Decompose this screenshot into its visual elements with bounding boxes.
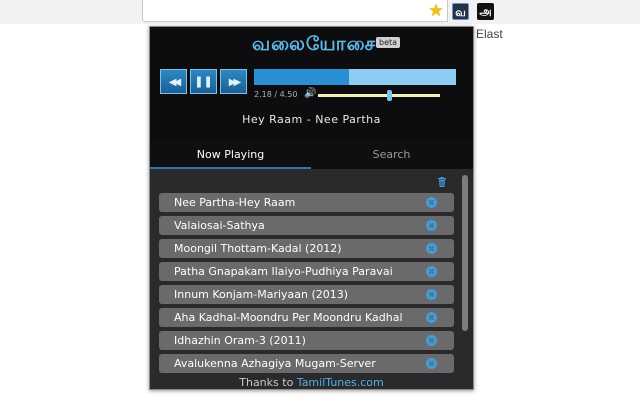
volume-icon: 🔊 [304, 88, 317, 99]
footer-credit: Thanks to TamilTunes.com [150, 376, 473, 389]
browser-toolbar: ★ வ அ [0, 0, 640, 24]
playlist-scrollbar[interactable] [462, 175, 468, 331]
remove-icon[interactable] [426, 289, 437, 300]
remove-icon[interactable] [426, 243, 437, 254]
pause-icon: ❚❚ [194, 75, 213, 88]
playlist-item-label: Idhazhin Oram-3 (2011) [174, 334, 306, 347]
remove-icon[interactable] [426, 197, 437, 208]
playlist-item[interactable]: Valaiosai-Sathya [159, 216, 454, 235]
beta-badge: beta [376, 37, 401, 48]
playlist-item-label: Patha Gnapakam Ilaiyo-Pudhiya Paravai [174, 265, 393, 278]
tamiltunes-link[interactable]: TamilTunes.com [297, 376, 384, 389]
app-logo: வலையோசை [252, 33, 377, 55]
footer-text: Thanks to [239, 376, 297, 389]
playlist-item-label: Nee Partha-Hey Raam [174, 196, 296, 209]
player-panel: வலையோசை beta ◀◀ ❚❚ ▶▶ 2.18 / 4.50 🔊 Hey … [150, 27, 473, 141]
player-popup: வலையோசை beta ◀◀ ❚❚ ▶▶ 2.18 / 4.50 🔊 Hey … [149, 26, 474, 390]
remove-icon[interactable] [426, 358, 437, 369]
rewind-icon: ◀◀ [168, 77, 182, 88]
volume-slider-handle[interactable] [386, 90, 392, 101]
remove-icon[interactable] [426, 335, 437, 346]
tab-search[interactable]: Search [311, 141, 472, 169]
playlist-item[interactable]: Aha Kadhal-Moondru Per Moondru Kadhal [159, 308, 454, 327]
playlist-item[interactable]: Moongil Thottam-Kadal (2012) [159, 239, 454, 258]
background-page-text: Elast [476, 27, 503, 41]
trash-icon[interactable] [437, 177, 447, 187]
valaiosai-extension-icon[interactable]: வ [452, 3, 469, 20]
playlist-item[interactable]: Avalukenna Azhagiya Mugam-Server [159, 354, 454, 373]
time-readout: 2.18 / 4.50 [254, 90, 298, 99]
bookmark-star-icon[interactable]: ★ [427, 1, 445, 21]
address-bar[interactable] [142, 0, 448, 22]
fast-forward-icon: ▶▶ [228, 77, 242, 88]
playlist-item-label: Aha Kadhal-Moondru Per Moondru Kadhal [174, 311, 403, 324]
playlist-item[interactable]: Patha Gnapakam Ilaiyo-Pudhiya Paravai [159, 262, 454, 281]
playlist-item-label: Innum Konjam-Mariyaan (2013) [174, 288, 349, 301]
progress-fill [254, 69, 349, 85]
remove-icon[interactable] [426, 266, 437, 277]
previous-button[interactable]: ◀◀ [160, 69, 187, 94]
playlist-item-label: Avalukenna Azhagiya Mugam-Server [174, 357, 376, 370]
tab-bar: Now Playing Search [150, 141, 473, 169]
now-playing-title: Hey Raam - Nee Partha [242, 113, 381, 126]
playlist-item-label: Moongil Thottam-Kadal (2012) [174, 242, 342, 255]
volume-slider[interactable] [318, 94, 440, 97]
progress-bar[interactable] [254, 69, 456, 85]
playlist-item[interactable]: Innum Konjam-Mariyaan (2013) [159, 285, 454, 304]
playlist-item[interactable]: Idhazhin Oram-3 (2011) [159, 331, 454, 350]
remove-icon[interactable] [426, 312, 437, 323]
tamil-extension-icon[interactable]: அ [477, 3, 494, 20]
tab-now-playing[interactable]: Now Playing [150, 141, 311, 169]
next-button[interactable]: ▶▶ [220, 69, 247, 94]
playlist-item[interactable]: Nee Partha-Hey Raam [159, 193, 454, 212]
playlist-item-label: Valaiosai-Sathya [174, 219, 265, 232]
pause-button[interactable]: ❚❚ [190, 69, 217, 94]
playlist: Nee Partha-Hey Raam Valaiosai-Sathya Moo… [150, 169, 473, 377]
remove-icon[interactable] [426, 220, 437, 231]
